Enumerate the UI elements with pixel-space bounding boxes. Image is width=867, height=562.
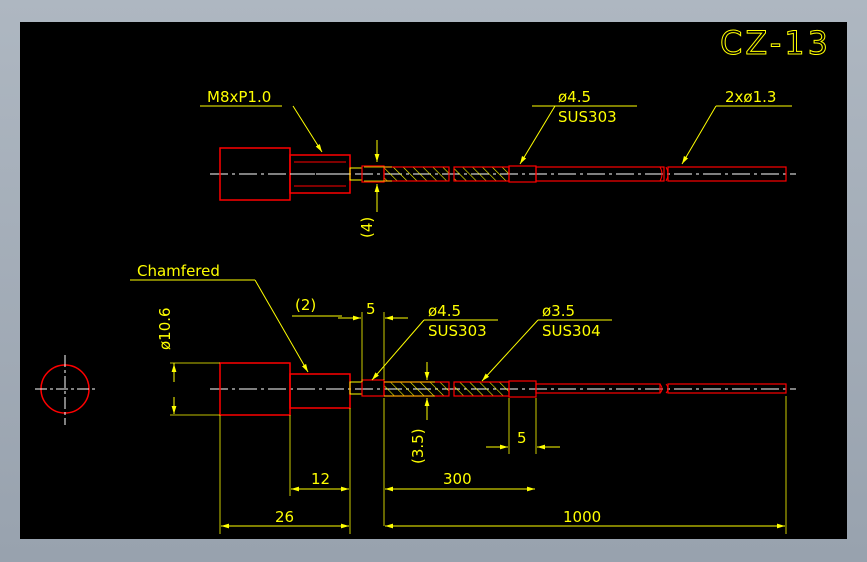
drawing-title: CZ-13 [720,24,831,62]
top-tube-material-label: SUS303 [558,108,617,126]
top-tube-section-1 [383,166,450,182]
dim-300-label: 300 [443,470,472,488]
bottom-chamfered-body [289,373,351,409]
dim-1000-label: 1000 [563,508,601,526]
tip-material-label: SUS304 [542,322,601,340]
chamfer-size-label: (2) [295,296,316,314]
dim-26-label: 26 [275,508,294,526]
bottom-tube-material-label: SUS303 [428,322,487,340]
top-thread-label: M8xP1.0 [207,88,271,106]
bottom-tube-section-2 [453,381,510,397]
step-label: 5 [366,300,376,318]
chamfered-label: Chamfered [137,262,220,280]
drawing-canvas[interactable]: CZ-13 M8xP1.0 ø4.5 SUS303 2xø1.3 (4) Cha… [20,22,847,539]
bottom-view: Chamfered (2) ø10.6 5 ø4.5 SUS303 ø3.5 S… [35,262,796,534]
bottom-tube-dia-label: ø4.5 [428,302,461,320]
tip-dia-label: ø3.5 [542,302,575,320]
bottom-tube-section-1 [383,381,450,397]
top-tube-section-2 [453,166,510,182]
tip-step-label: 5 [517,429,527,447]
top-holes-label: 2xø1.3 [725,88,776,106]
head-dia-label: ø10.6 [156,307,174,350]
cad-drawing: CZ-13 M8xP1.0 ø4.5 SUS303 2xø1.3 (4) Cha… [35,24,831,534]
top-gap-label: (4) [358,217,376,238]
application-frame: CZ-13 M8xP1.0 ø4.5 SUS303 2xø1.3 (4) Cha… [0,0,867,562]
dim-12-label: 12 [311,470,330,488]
top-view: M8xP1.0 ø4.5 SUS303 2xø1.3 (4) [200,88,796,238]
top-tube-dia-label: ø4.5 [558,88,591,106]
bottom-gap-label: (3.5) [409,428,427,464]
